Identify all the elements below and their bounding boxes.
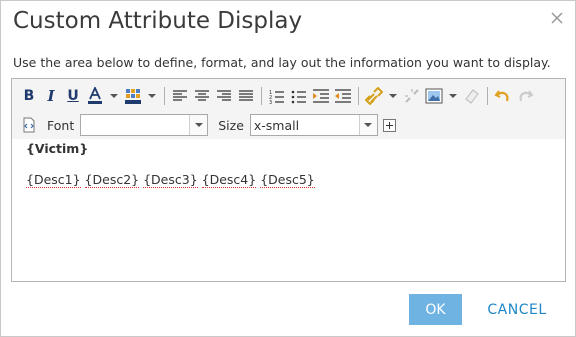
italic-button[interactable]: I: [41, 86, 61, 106]
font-size-value: x-small: [253, 117, 300, 133]
insert-link-button[interactable]: [364, 86, 384, 106]
align-left-button[interactable]: [170, 86, 190, 106]
font-color-icon: [88, 87, 102, 104]
bold-button[interactable]: B: [19, 86, 39, 106]
font-family-select[interactable]: [80, 114, 209, 136]
ok-button[interactable]: OK: [409, 294, 462, 325]
bullet-list-button[interactable]: [289, 86, 309, 106]
toolbar-row-formatting: B I U 1 2 3: [19, 83, 537, 109]
custom-attribute-dialog: Custom Attribute Display Use the area be…: [0, 0, 576, 337]
chevron-down-icon: [389, 94, 397, 98]
underline-button[interactable]: U: [63, 86, 83, 106]
indent-button[interactable]: [311, 86, 331, 106]
unlink-icon: [405, 89, 419, 103]
align-right-icon: [217, 90, 231, 101]
indent-icon: [313, 89, 329, 103]
insert-image-button[interactable]: [424, 86, 444, 106]
dialog-title: Custom Attribute Display: [13, 8, 303, 34]
instructions-text: Use the area below to define, format, an…: [13, 55, 551, 70]
svg-text:3: 3: [269, 100, 272, 104]
toolbar-divider: [358, 87, 359, 105]
font-size-select[interactable]: x-small: [249, 114, 378, 136]
editor-content[interactable]: {Victim} {Desc1} {Desc2} {Desc3} {Desc4}…: [26, 141, 315, 188]
toolbar-divider: [487, 87, 488, 105]
align-center-button[interactable]: [192, 86, 212, 106]
link-dropdown[interactable]: [386, 86, 400, 106]
underline-glyph: U: [67, 88, 79, 104]
font-family-dropdown[interactable]: [189, 115, 208, 135]
size-label: Size: [218, 117, 244, 133]
eraser-icon: [465, 89, 479, 104]
align-justify-icon: [239, 90, 253, 101]
view-source-button[interactable]: [19, 115, 39, 135]
highlight-color-button[interactable]: [123, 86, 143, 106]
clear-format-button[interactable]: [462, 86, 482, 106]
expand-icon[interactable]: [382, 118, 396, 132]
desc-fields-line: {Desc1} {Desc2} {Desc3} {Desc4} {Desc5}: [26, 172, 315, 188]
highlight-color-icon: [125, 89, 141, 104]
numbered-list-icon: 1 2 3: [269, 90, 284, 104]
source-icon: [23, 117, 35, 133]
italic-glyph: I: [47, 87, 55, 105]
desc1-field-token: {Desc1}: [26, 172, 81, 188]
font-size-dropdown[interactable]: [358, 115, 377, 135]
undo-icon: [494, 90, 509, 102]
desc2-field-token: {Desc2}: [84, 172, 140, 188]
redo-button[interactable]: [515, 86, 535, 106]
font-label: Font: [47, 117, 75, 133]
editor-toolbar: B I U 1 2 3 Font Size x-small: [12, 79, 565, 139]
outdent-button[interactable]: [333, 86, 353, 106]
undo-button[interactable]: [493, 86, 513, 106]
image-dropdown[interactable]: [446, 86, 460, 106]
chevron-down-icon: [449, 94, 457, 98]
rich-text-editor[interactable]: B I U 1 2 3 Font Size x-small {Victim} {…: [11, 78, 566, 282]
align-right-button[interactable]: [214, 86, 234, 106]
align-center-icon: [195, 90, 209, 101]
toolbar-divider: [261, 87, 262, 105]
image-icon: [425, 88, 443, 104]
desc5-field-token: {Desc5}: [260, 172, 315, 188]
redo-icon: [519, 90, 534, 102]
victim-field-token: {Victim}: [26, 141, 89, 156]
align-justify-button[interactable]: [236, 86, 256, 106]
chevron-down-icon: [194, 123, 203, 127]
font-color-button[interactable]: [85, 86, 105, 106]
toolbar-divider: [164, 87, 165, 105]
font-color-dropdown[interactable]: [107, 86, 121, 106]
toolbar-row-font: Font Size x-small: [19, 112, 396, 138]
desc4-field-token: {Desc4}: [201, 172, 257, 188]
highlight-color-dropdown[interactable]: [145, 86, 159, 106]
chevron-down-icon: [148, 94, 156, 98]
chevron-down-icon: [110, 94, 118, 98]
unlink-button[interactable]: [402, 86, 422, 106]
bullet-list-icon: [291, 90, 306, 104]
numbered-list-button[interactable]: 1 2 3: [267, 86, 287, 106]
close-icon[interactable]: [550, 10, 564, 24]
bold-glyph: B: [23, 88, 35, 104]
align-left-icon: [173, 90, 187, 101]
chevron-down-icon: [364, 123, 373, 127]
cancel-button[interactable]: CANCEL: [483, 294, 551, 325]
desc3-field-token: {Desc3}: [143, 172, 198, 188]
outdent-icon: [335, 89, 351, 103]
link-icon: [365, 87, 383, 105]
